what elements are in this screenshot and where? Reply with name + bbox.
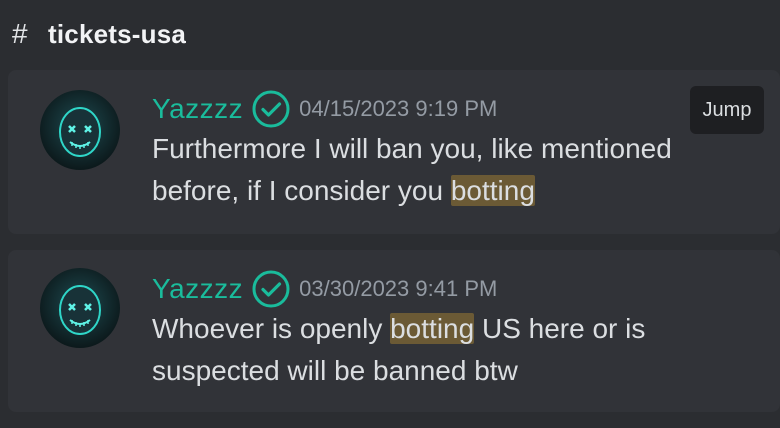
- search-highlight: botting: [390, 313, 475, 344]
- timestamp: 04/15/2023 9:19 PM: [299, 96, 498, 121]
- username[interactable]: Yazzzz: [152, 93, 243, 125]
- check-circle-icon: [251, 269, 291, 309]
- channel-header: # tickets-usa: [12, 14, 186, 54]
- check-circle-icon: [251, 89, 291, 129]
- message-text-before: Furthermore I will ban you, like mention…: [152, 133, 672, 206]
- message-text: Furthermore I will ban you, like mention…: [152, 128, 752, 212]
- search-results: Yazzzz 04/15/2023 9:19 PM Furthermore I …: [8, 70, 780, 428]
- search-result-message[interactable]: Yazzzz 03/30/2023 9:41 PM Whoever is ope…: [8, 250, 780, 412]
- message-text: Whoever is openly botting US here or is …: [152, 308, 752, 392]
- timestamp: 03/30/2023 9:41 PM: [299, 276, 498, 301]
- avatar[interactable]: [40, 268, 120, 348]
- channel-name: tickets-usa: [48, 18, 187, 49]
- avatar[interactable]: [40, 90, 120, 170]
- message-text-before: Whoever is openly: [152, 313, 391, 344]
- search-highlight: botting: [450, 175, 535, 206]
- username[interactable]: Yazzzz: [152, 273, 243, 305]
- jump-button[interactable]: Jump: [690, 86, 764, 134]
- hash-icon: #: [12, 18, 28, 49]
- search-result-message[interactable]: Yazzzz 04/15/2023 9:19 PM Furthermore I …: [8, 70, 780, 234]
